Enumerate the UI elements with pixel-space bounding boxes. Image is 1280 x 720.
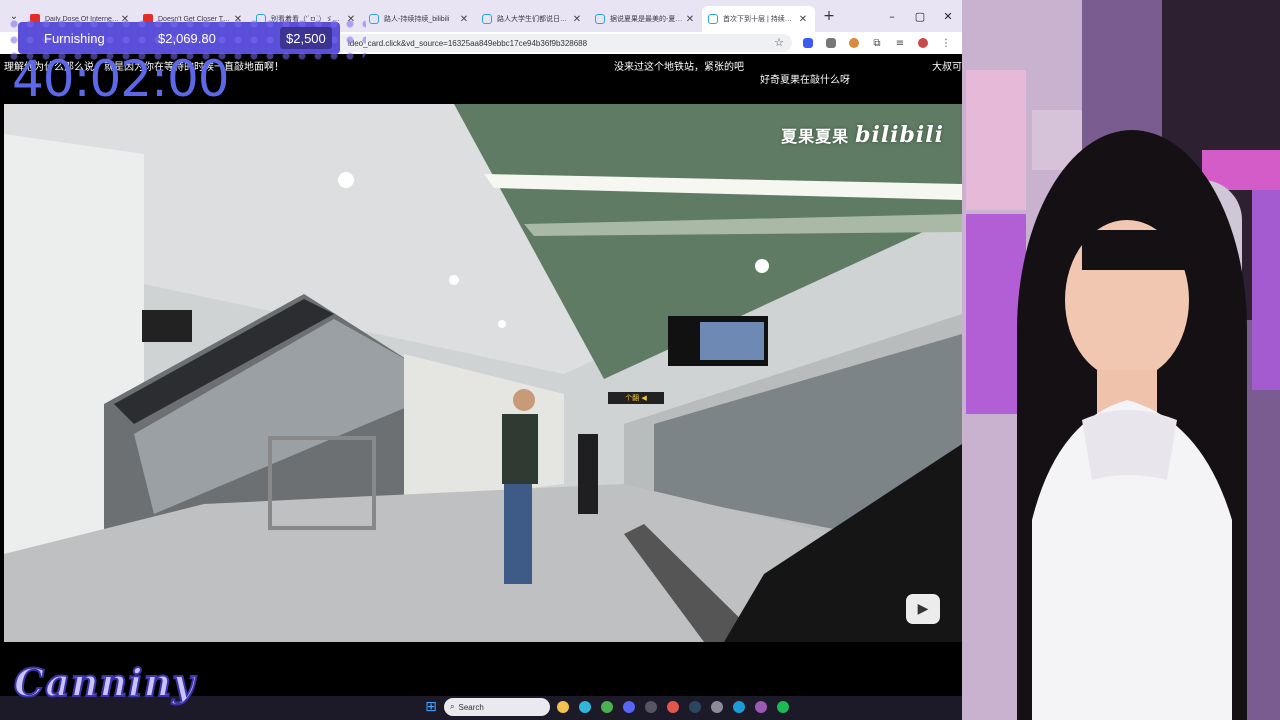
bilibili-icon <box>595 14 605 24</box>
media-controls-icon[interactable]: ≡ <box>892 35 908 51</box>
app-icon-glyph <box>711 701 723 713</box>
danmaku-comment: 没来过这个地铁站，紧张的吧 <box>614 62 744 73</box>
bilibili-icon <box>482 14 492 24</box>
chrome-alt-icon-glyph <box>667 701 679 713</box>
search-icon: ⌕ <box>450 702 455 711</box>
tool-icon[interactable] <box>752 698 770 716</box>
extensions-puzzle-icon[interactable]: ⧉ <box>869 35 885 51</box>
channel-logo: Canniny <box>10 656 210 716</box>
subway-scene <box>4 104 962 642</box>
bilibili-icon <box>369 14 379 24</box>
furnishing-goal: $2,500 <box>280 27 332 49</box>
browser-tab[interactable]: 首次下到十层 | 持续走到最✕ <box>702 6 815 32</box>
steam-icon-glyph <box>689 701 701 713</box>
bilibili-icon <box>708 14 718 24</box>
close-tab-icon[interactable]: ✕ <box>797 14 809 25</box>
close-tab-icon[interactable]: ✕ <box>458 14 470 25</box>
spotify-icon[interactable] <box>774 698 792 716</box>
address-bar[interactable]: ideo_card.click&vd_source=16325aa849ebbc… <box>330 34 792 52</box>
danmaku-comment: 大叔可 <box>932 62 962 73</box>
tab-title: 首次下到十层 | 持续走到最 <box>723 16 797 23</box>
browser-tab[interactable]: 路人大学生们都说日吧 | 华✕ <box>476 6 589 32</box>
minimize-button[interactable]: – <box>878 0 906 32</box>
edge-icon[interactable] <box>576 698 594 716</box>
taskbar-search[interactable]: ⌕ Search <box>444 698 550 716</box>
watermark-name: 夏果夏果 <box>781 127 850 146</box>
video-watermark: 夏果夏果 bilibili <box>781 122 944 148</box>
danmaku-comment: 好奇夏果在敲什么呀 <box>760 75 850 86</box>
extension-icon[interactable] <box>846 35 862 51</box>
window-controls: – ▢ ✕ <box>878 0 962 32</box>
file-explorer-icon-glyph <box>557 701 569 713</box>
browser-icon-glyph <box>733 701 745 713</box>
discord-icon[interactable] <box>620 698 638 716</box>
extension-icon[interactable] <box>800 35 816 51</box>
chrome-alt-icon[interactable] <box>664 698 682 716</box>
chrome-icon[interactable] <box>598 698 616 716</box>
close-tab-icon[interactable]: ✕ <box>684 14 696 25</box>
obs-icon-glyph <box>645 701 657 713</box>
taskbar-items: ⊞ ⌕ Search <box>422 698 792 716</box>
webcam-scene <box>962 0 1280 720</box>
windows-start-icon[interactable]: ⊞ <box>422 698 440 716</box>
webcam-feed <box>962 0 1280 720</box>
platform-sign: 个翻 ◀ <box>608 392 664 404</box>
browser-window: ⌄ Daily Dose Of Internet - Yo✕Doesn't Ge… <box>0 0 962 720</box>
tab-title: 路人大学生们都说日吧 | 华 <box>497 16 571 23</box>
play-button[interactable]: ▶ <box>906 594 940 624</box>
furnishing-amount: $2,069.80 <box>158 31 216 46</box>
steam-icon[interactable] <box>686 698 704 716</box>
app-icon[interactable] <box>708 698 726 716</box>
furnishing-goal-widget: Furnishing $2,069.80 $2,500 <box>6 16 366 60</box>
tab-title: 路人-持续持续_bilibili <box>384 16 450 23</box>
watermark-logo: bilibili <box>855 122 944 148</box>
edge-icon-glyph <box>579 701 591 713</box>
close-tab-icon[interactable]: ✕ <box>571 14 583 25</box>
url-text: ideo_card.click&vd_source=16325aa849ebbc… <box>348 38 588 48</box>
browser-icon[interactable] <box>730 698 748 716</box>
obs-icon[interactable] <box>642 698 660 716</box>
play-icon: ▶ <box>917 601 929 617</box>
spotify-icon-glyph <box>777 701 789 713</box>
discord-icon-glyph <box>623 701 635 713</box>
chrome-icon-glyph <box>601 701 613 713</box>
video-player[interactable]: 个翻 ◀ 夏果夏果 bilibili ▶ <box>4 104 962 642</box>
furnishing-label: Furnishing <box>44 31 105 46</box>
tool-icon-glyph <box>755 701 767 713</box>
stream-timer: 40:02:00 <box>12 50 230 108</box>
channel-logo-text: Canniny <box>13 659 196 706</box>
browser-tab[interactable]: 据说夏果是最美的-夏果夏果✕ <box>589 6 702 32</box>
maximize-button[interactable]: ▢ <box>906 0 934 32</box>
screen: ⌄ Daily Dose Of Internet - Yo✕Doesn't Ge… <box>0 0 1280 720</box>
search-placeholder: Search <box>458 702 484 712</box>
browser-tab[interactable]: 路人-持续持续_bilibili ✕ <box>363 6 476 32</box>
extension-icon[interactable] <box>823 35 839 51</box>
tab-title: 据说夏果是最美的-夏果夏果 <box>610 16 684 23</box>
bookmark-star-icon[interactable]: ☆ <box>774 36 784 49</box>
file-explorer-icon[interactable] <box>554 698 572 716</box>
new-tab-button[interactable]: + <box>817 8 841 24</box>
close-window-button[interactable]: ✕ <box>934 0 962 32</box>
profile-avatar-icon[interactable] <box>915 35 931 51</box>
extensions-row: ⧉ ≡ ⋮ <box>800 35 954 51</box>
browser-menu-icon[interactable]: ⋮ <box>938 35 954 51</box>
